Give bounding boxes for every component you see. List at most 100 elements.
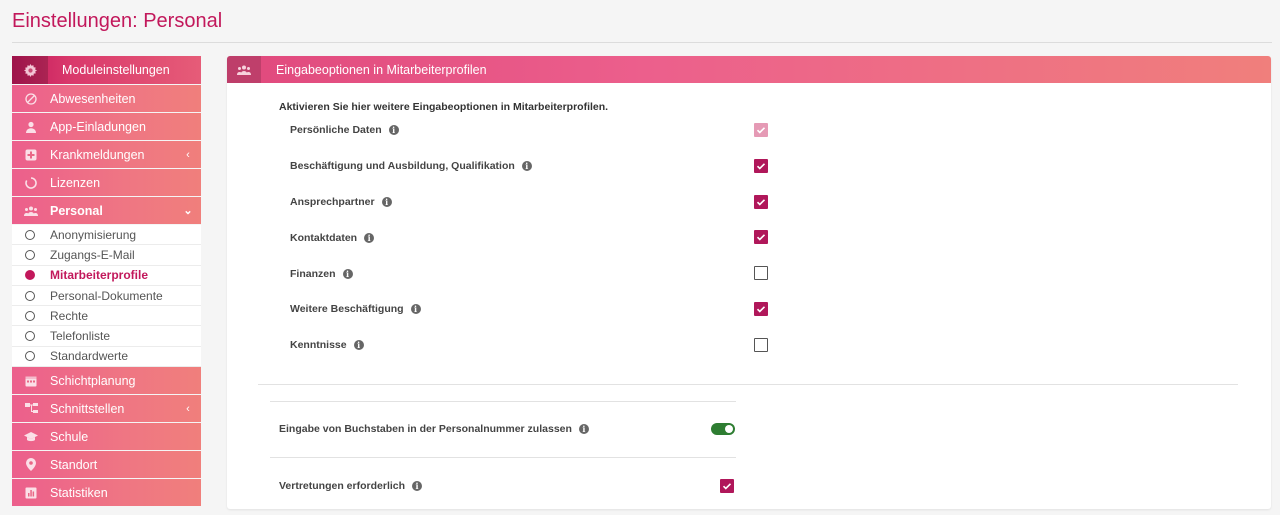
sidebar-item-label: Personal [50,203,103,218]
option-row: Eingabe von Buchstaben in der Personalnu… [279,421,759,437]
panel-header: Eingabeoptionen in Mitarbeiterprofilen [227,56,1271,83]
chevron-down-icon: ⌄ [183,205,193,217]
checkbox-kenntnisse[interactable] [754,338,768,352]
gear-icon [12,56,48,84]
person-icon [12,121,50,133]
info-icon[interactable]: i [388,125,399,135]
info-icon[interactable]: i [381,197,392,207]
sidebar-subitem-mitarbeiterprofile[interactable]: Mitarbeiterprofile [12,266,201,286]
radio-filled-icon [25,270,35,281]
sidebar-subitem-label: Zugangs-E-Mail [50,247,135,262]
radio-circle-icon [25,290,35,301]
sidebar-item-label: App-Einladungen [50,119,146,134]
row-divider [270,457,736,458]
panel-title: Eingabeoptionen in Mitarbeiterprofilen [276,62,487,77]
checkbox-weitere-beschaeftigung[interactable] [754,302,768,316]
option-row: Persönliche Daten i [290,122,770,138]
circle-notch-icon [12,176,50,189]
checkbox-kontaktdaten[interactable] [754,230,768,244]
title-divider [12,42,1272,43]
letters-in-number-toggle[interactable] [711,423,735,435]
sidebar-item-label: Schule [50,429,89,444]
checkbox-ansprechpartner[interactable] [754,195,768,209]
option-row: Beschäftigung und Ausbildung, Qualifikat… [290,158,770,174]
calendar-icon [12,375,50,387]
sidebar-item-schule[interactable]: Schule [12,423,201,451]
option-label: Persönliche Daten [290,124,382,136]
radio-circle-icon [25,331,35,342]
sidebar-subitem-rechte[interactable]: Rechte [12,306,201,327]
sidebar-item-abwesenheiten[interactable]: Abwesenheiten [12,85,201,112]
option-label: Kenntnisse [290,339,347,351]
sidebar-item-standort[interactable]: Standort [12,451,201,479]
option-row: Vertretungen erforderlich i [279,478,759,494]
sidebar-subitem-label: Anonymisierung [50,227,137,242]
sidebar-header-module-settings[interactable]: Moduleinstellungen [12,56,201,84]
radio-circle-icon [25,310,35,321]
sidebar-submenu-personal: Anonymisierung Zugangs-E-Mail Mitarbeite… [12,225,201,368]
info-icon[interactable]: i [578,424,589,434]
sidebar-subitem-zugangs-email[interactable]: Zugangs-E-Mail [12,245,201,266]
checkbox-vertretungen-erforderlich[interactable] [720,479,734,493]
option-row: Ansprechpartner i [290,194,770,210]
sidebar-item-label: Lizenzen [50,175,101,190]
option-label: Ansprechpartner [290,196,375,208]
chevron-left-icon: ‹ [186,148,190,161]
info-icon[interactable]: i [353,340,364,350]
sidebar-subitem-anonymisierung[interactable]: Anonymisierung [12,225,201,246]
checkmark-icon [756,199,766,206]
option-label: Beschäftigung und Ausbildung, Qualifikat… [290,160,515,172]
chart-icon [12,487,50,499]
sidebar-item-lizenzen[interactable]: Lizenzen [12,169,201,196]
users-icon [227,56,261,83]
option-row: Finanzen i [290,266,770,282]
option-row: Kontaktdaten i [290,230,770,246]
sidebar-subitem-label: Telefonliste [50,329,111,344]
sidebar-subitem-label: Mitarbeiterprofile [50,268,149,283]
radio-circle-icon [25,229,35,240]
sidebar-subitem-label: Personal-Dokumente [50,288,163,303]
checkmark-icon [756,127,766,134]
sidebar-subitem-telefonliste[interactable]: Telefonliste [12,326,201,347]
sidebar-item-label: Schnittstellen [50,401,125,416]
sidebar-item-schichtplanung[interactable]: Schichtplanung [12,367,201,395]
checkmark-icon [756,234,766,241]
sidebar-header-label: Moduleinstellungen [62,63,170,77]
option-label: Weitere Beschäftigung [290,303,404,315]
toggle-knob [725,425,733,433]
sidebar-item-statistiken[interactable]: Statistiken [12,479,201,507]
checkbox-beschaeftigung[interactable] [754,159,768,173]
graduation-cap-icon [12,431,50,442]
sidebar-item-label: Statistiken [50,485,108,500]
sidebar-subitem-personal-dokumente[interactable]: Personal-Dokumente [12,286,201,307]
radio-circle-icon [25,249,35,260]
checkbox-finanzen[interactable] [754,266,768,280]
info-icon[interactable]: i [342,269,353,279]
map-pin-icon [12,458,50,472]
sidebar-item-label: Krankmeldungen [50,147,145,162]
checkbox-persoenliche-daten [754,123,768,137]
chevron-left-icon: ‹ [186,402,190,415]
option-label: Finanzen [290,268,336,280]
section-divider [258,384,1238,385]
row-divider [270,401,736,402]
sidebar-subitem-standardwerte[interactable]: Standardwerte [12,347,201,368]
checkmark-icon [756,306,766,313]
users-icon [12,206,50,216]
sidebar-item-label: Standort [50,457,98,472]
info-icon[interactable]: i [410,304,421,314]
sidebar-item-krankmeldungen[interactable]: Krankmeldungen ‹ [12,141,201,168]
info-icon[interactable]: i [412,481,423,491]
sidebar-item-app-einladungen[interactable]: App-Einladungen [12,113,201,140]
sitemap-icon [12,403,50,414]
sidebar: Moduleinstellungen Abwesenheiten App-Ein… [12,56,201,507]
sidebar-item-schnittstellen[interactable]: Schnittstellen ‹ [12,395,201,423]
checkmark-icon [756,163,766,170]
sidebar-item-label: Abwesenheiten [50,91,136,106]
sidebar-item-personal[interactable]: Personal ⌄ [12,197,201,224]
info-icon[interactable]: i [521,161,532,171]
sidebar-item-label: Schichtplanung [50,373,136,388]
info-icon[interactable]: i [364,233,375,243]
option-label: Eingabe von Buchstaben in der Personalnu… [279,423,572,435]
page-title: Einstellungen: Personal [12,10,223,32]
